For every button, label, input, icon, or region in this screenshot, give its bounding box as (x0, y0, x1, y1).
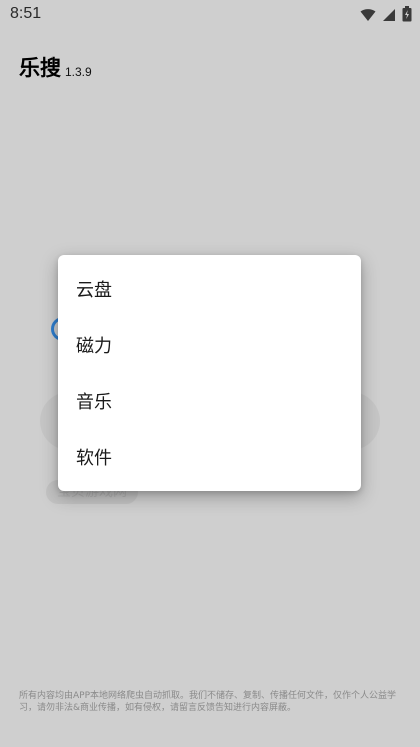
footer-disclaimer: 所有内容均由APP本地网络爬虫自动抓取。我们不储存、复制、传播任何文件，仅作个人… (19, 691, 397, 713)
status-icons (360, 6, 412, 26)
menu-item-software[interactable]: 软件 (58, 429, 361, 485)
menu-item-label: 软件 (76, 448, 112, 469)
category-popup-menu: 云盘 磁力 音乐 软件 (58, 255, 361, 491)
menu-item-magnet[interactable]: 磁力 (58, 317, 361, 373)
app-header: 乐搜 1.3.9 (19, 52, 92, 82)
menu-item-label: 音乐 (76, 392, 112, 413)
wifi-icon (360, 7, 376, 26)
app-version: 1.3.9 (65, 65, 92, 79)
status-bar: 8:51 (0, 0, 420, 28)
signal-icon (382, 7, 396, 26)
menu-item-label: 磁力 (76, 336, 112, 357)
status-time: 8:51 (10, 5, 42, 22)
menu-item-cloud-disk[interactable]: 云盘 (58, 261, 361, 317)
battery-icon (402, 6, 412, 26)
app-title: 乐搜 (19, 56, 61, 80)
menu-item-label: 云盘 (76, 280, 112, 301)
menu-item-music[interactable]: 音乐 (58, 373, 361, 429)
